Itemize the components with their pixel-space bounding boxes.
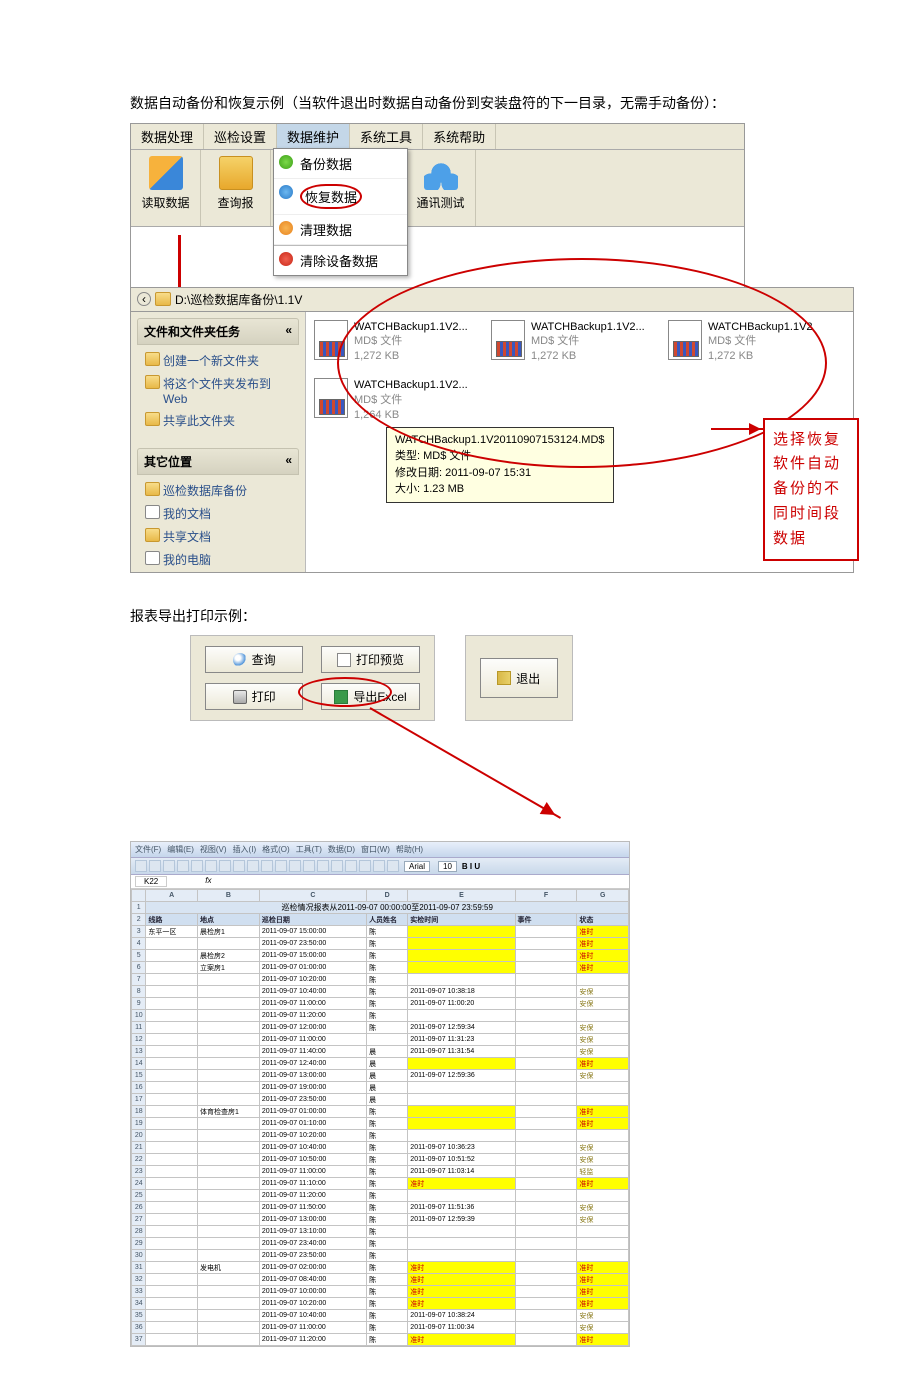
path-text: D:\巡检数据库备份\1.1V	[175, 291, 302, 308]
file-item[interactable]: WATCHBackup1.1V2...MD$ 文件1,272 KB	[314, 320, 479, 365]
sb-computer[interactable]: 我的电脑	[143, 548, 299, 571]
excel-menu[interactable]: 文件(F)	[135, 845, 161, 854]
sb-backup-folder[interactable]: 巡检数据库备份	[143, 479, 299, 502]
sb-shared[interactable]: 共享文档	[143, 525, 299, 548]
file-icon	[668, 320, 702, 360]
file-tooltip: WATCHBackup1.1V20110907153124.MD$ 类型: MD…	[386, 427, 614, 503]
menu-help[interactable]: 系统帮助	[423, 124, 496, 149]
menu-data[interactable]: 数据处理	[131, 124, 204, 149]
clear-icon	[279, 252, 293, 266]
back-icon[interactable]: ‹	[137, 292, 151, 306]
section1-caption: 数据自动备份和恢复示例（当软件退出时数据自动备份到安装盘符的下一目录，无需手动备…	[130, 90, 900, 117]
folder-icon	[155, 292, 171, 306]
tb-query[interactable]: 查询报	[201, 150, 271, 226]
sb-tasks-header[interactable]: 文件和文件夹任务«	[137, 318, 299, 345]
excel-menu[interactable]: 工具(T)	[296, 845, 322, 854]
app-window: 数据处理 巡检设置 数据维护 系统工具 系统帮助 读取数据 查询报 通讯测试 备…	[130, 123, 745, 288]
excel-menu[interactable]: 视图(V)	[200, 845, 227, 854]
sb-publish[interactable]: 将这个文件夹发布到 Web	[143, 372, 299, 409]
find-icon	[233, 653, 247, 667]
file-icon	[491, 320, 525, 360]
button-panel: 查询 打印预览 打印 导出Excel 退出	[190, 635, 900, 721]
excel-menu[interactable]: 格式(O)	[262, 845, 290, 854]
excel-icon	[334, 690, 348, 704]
excel-menu[interactable]: 帮助(H)	[396, 845, 423, 854]
file-item[interactable]: WATCHBackup1.1V2MD$ 文件1,272 KB	[668, 320, 833, 365]
excel-menu[interactable]: 窗口(W)	[361, 845, 390, 854]
explorer-sidebar: 文件和文件夹任务« 创建一个新文件夹 将这个文件夹发布到 Web 共享此文件夹 …	[131, 312, 306, 572]
clean-icon	[279, 221, 293, 235]
dd-clean[interactable]: 清理数据	[274, 215, 407, 245]
file-icon	[314, 378, 348, 418]
restore-icon	[279, 185, 293, 199]
comm-icon	[424, 156, 458, 190]
sb-places-header[interactable]: 其它位置«	[137, 448, 299, 475]
spreadsheet[interactable]: ABCDEFG1巡检情况报表从2011-09-07 00:00:00至2011-…	[131, 889, 629, 1346]
excel-menu[interactable]: 数据(D)	[328, 845, 355, 854]
excel-menu[interactable]: 插入(I)	[233, 845, 257, 854]
arrow-to-excel	[370, 707, 562, 819]
callout-box: 选择恢复软件自动备份的不同时间段数据	[763, 418, 859, 562]
section2-caption: 报表导出打印示例：	[130, 603, 900, 630]
excel-menu[interactable]: 编辑(E)	[167, 845, 194, 854]
dd-clear-device[interactable]: 清除设备数据	[274, 245, 407, 275]
preview-icon	[337, 653, 351, 667]
query-icon	[219, 156, 253, 190]
sb-new-folder[interactable]: 创建一个新文件夹	[143, 349, 299, 372]
menubar: 数据处理 巡检设置 数据维护 系统工具 系统帮助	[131, 124, 744, 150]
btn-preview[interactable]: 打印预览	[321, 646, 419, 673]
dd-backup[interactable]: 备份数据	[274, 149, 407, 179]
tb-comm[interactable]: 通讯测试	[406, 150, 476, 226]
address-bar[interactable]: ‹ D:\巡检数据库备份\1.1V	[131, 288, 853, 312]
sb-mydocs[interactable]: 我的文档	[143, 502, 299, 525]
toolbar: 读取数据 查询报 通讯测试	[131, 150, 744, 227]
menu-inspect[interactable]: 巡检设置	[204, 124, 277, 149]
excel-toolbar: Arial 10 B I U	[131, 858, 629, 875]
print-icon	[233, 690, 247, 704]
excel-menubar: 文件(F) 编辑(E) 视图(V) 插入(I) 格式(O) 工具(T) 数据(D) 窗口(W)…	[131, 842, 629, 858]
file-item[interactable]: WATCHBackup1.1V2...MD$ 文件1,264 KB	[314, 378, 479, 423]
dd-restore[interactable]: 恢复数据	[274, 179, 407, 215]
maintain-dropdown: 备份数据 恢复数据 清理数据 清除设备数据	[273, 148, 408, 276]
tb-read[interactable]: 读取数据	[131, 150, 201, 226]
callout-arrow	[711, 428, 766, 430]
btn-print[interactable]: 打印	[205, 683, 303, 710]
backup-icon	[279, 155, 293, 169]
btn-exit[interactable]: 退出	[480, 658, 558, 698]
menu-tools[interactable]: 系统工具	[350, 124, 423, 149]
explorer-window: ‹ D:\巡检数据库备份\1.1V 文件和文件夹任务« 创建一个新文件夹 将这个…	[130, 287, 854, 573]
sb-share[interactable]: 共享此文件夹	[143, 409, 299, 432]
file-icon	[314, 320, 348, 360]
cell-reference: K22 fx	[131, 875, 629, 889]
read-icon	[149, 156, 183, 190]
exit-icon	[497, 671, 511, 685]
btn-query[interactable]: 查询	[205, 646, 303, 673]
file-item[interactable]: WATCHBackup1.1V2...MD$ 文件1,272 KB	[491, 320, 656, 365]
btn-excel[interactable]: 导出Excel	[321, 683, 419, 710]
menu-maintain[interactable]: 数据维护	[277, 124, 350, 149]
excel-window: 文件(F) 编辑(E) 视图(V) 插入(I) 格式(O) 工具(T) 数据(D) 窗口(W)…	[130, 841, 630, 1347]
